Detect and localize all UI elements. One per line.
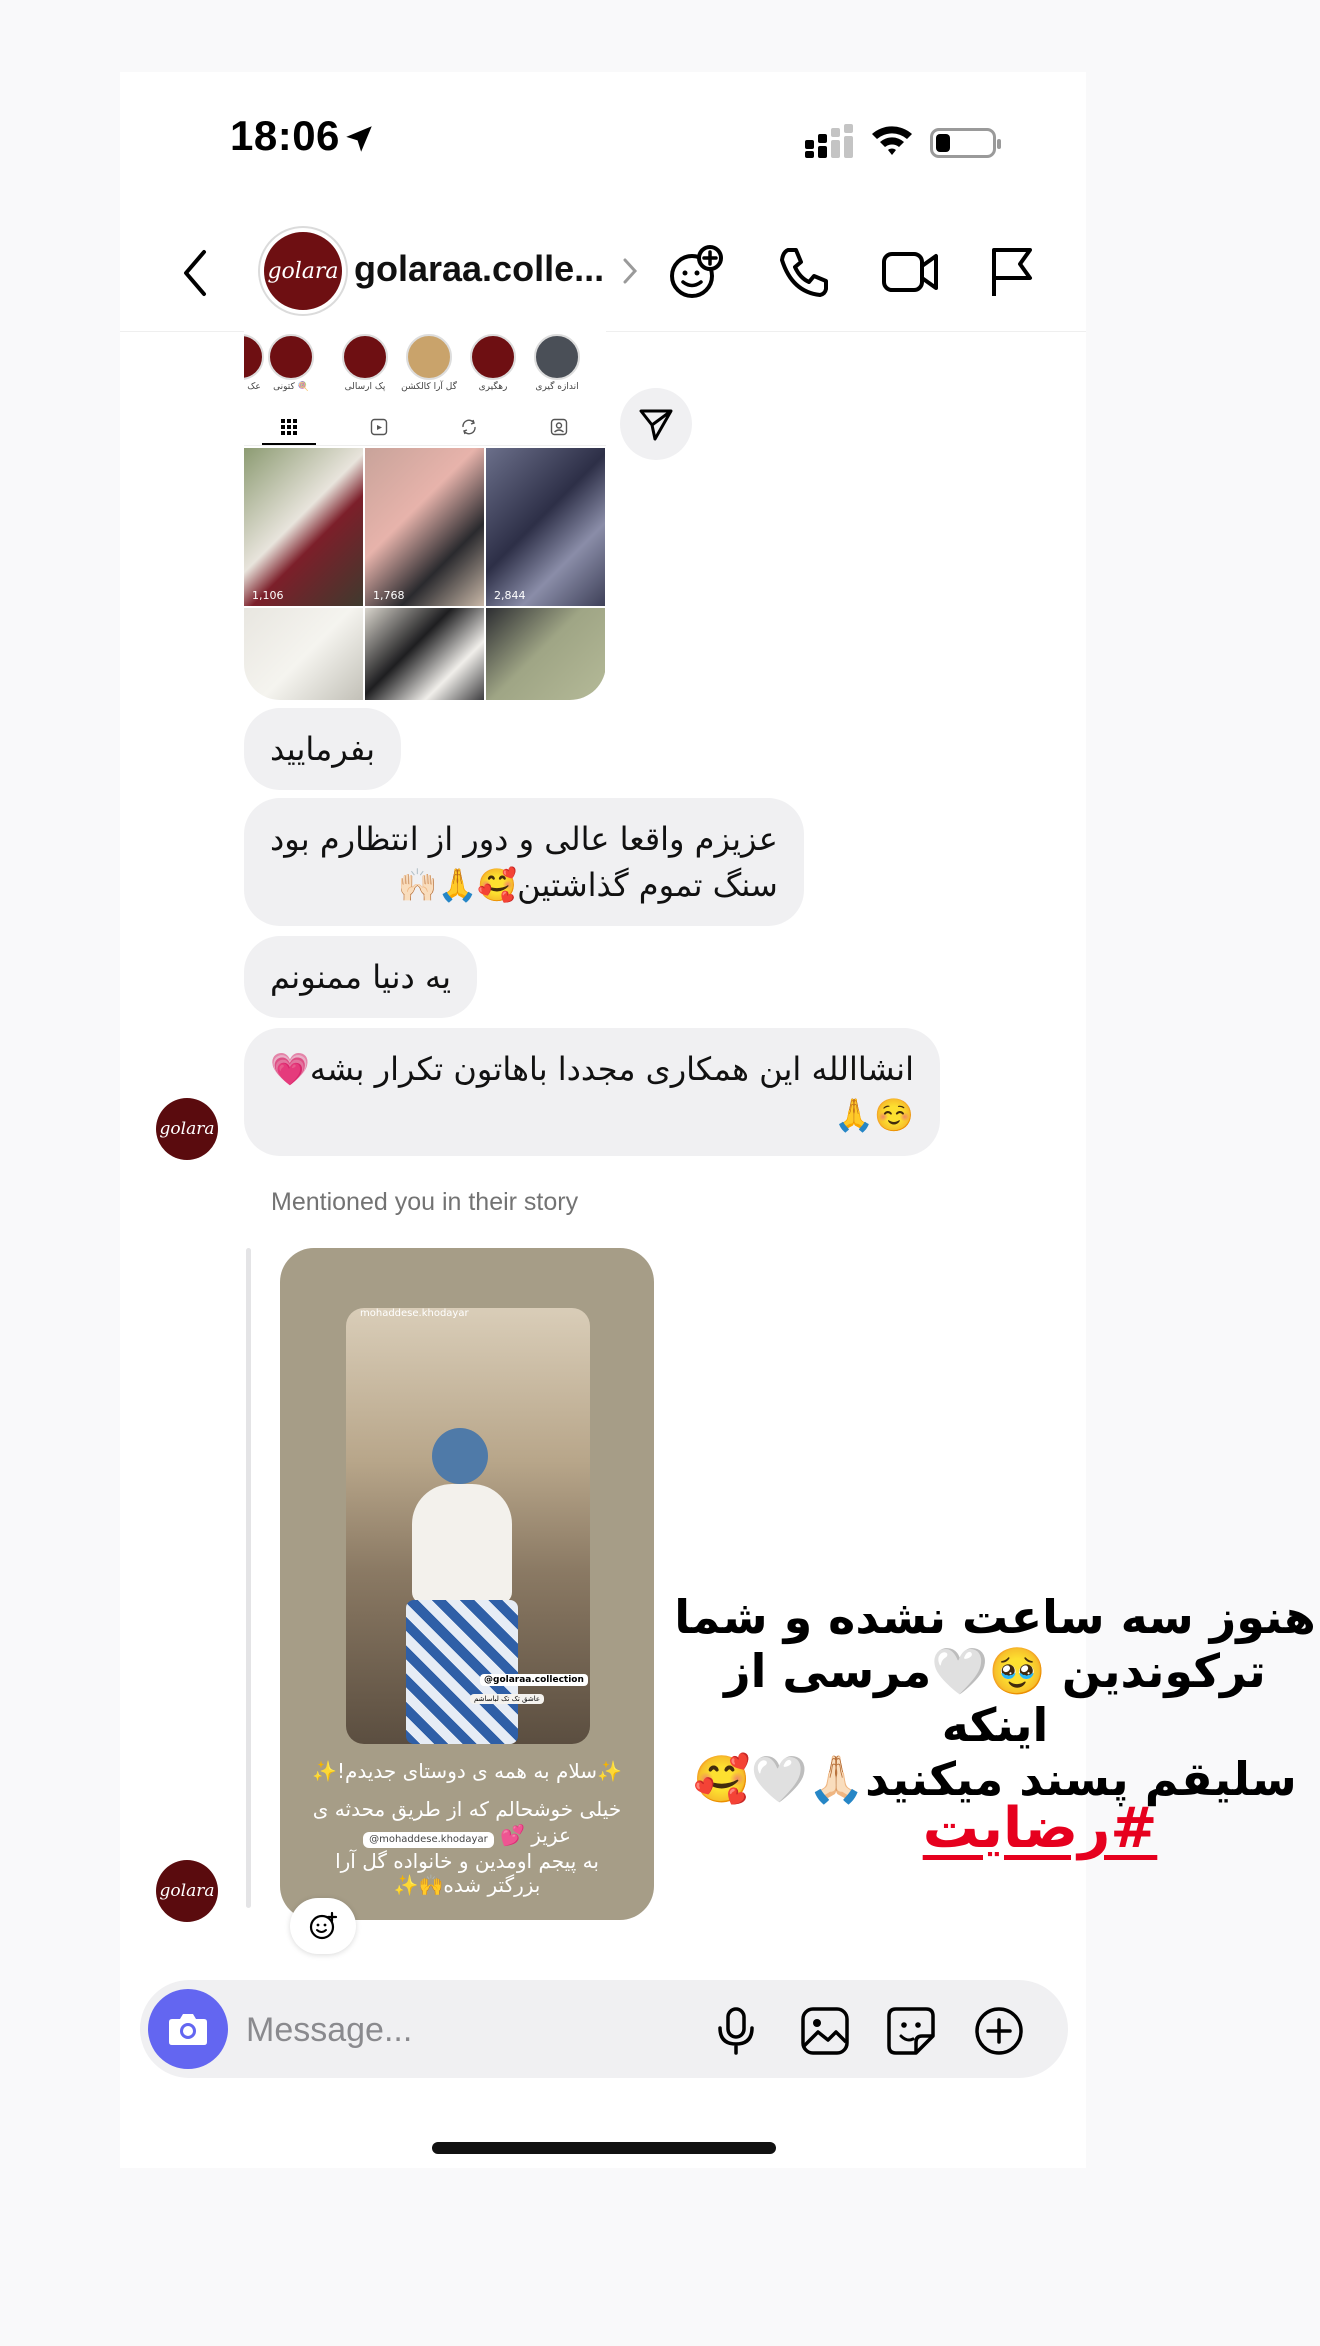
story-person [432, 1428, 488, 1484]
profile-username[interactable]: golaraa.colle... [354, 248, 604, 290]
story-caption-text: عزیز 💕 [500, 1823, 571, 1847]
highlight-avatar[interactable] [534, 334, 580, 380]
grid-post[interactable]: 1,106 [244, 448, 363, 606]
cellular-signal-icon [805, 124, 853, 158]
highlight-avatar[interactable] [406, 334, 452, 380]
wifi-icon [872, 126, 912, 155]
reply-bar [246, 1248, 251, 1908]
message-bubble[interactable]: عزیزم واقعا عالی و دور از انتظارم بود سن… [244, 798, 804, 926]
highlight-avatar[interactable] [342, 334, 388, 380]
story-username: mohaddese.khodayar [360, 1308, 469, 1319]
sender-avatar[interactable]: golara [156, 1860, 218, 1922]
sticker-icon[interactable] [886, 2006, 936, 2056]
add-reaction-button[interactable] [290, 1898, 356, 1954]
story-highlights: اندازه گیری رهگیری گل آرا کالکشن پک ارسا… [244, 334, 606, 396]
overlay-caption: هنوز سه ساعت نشده و شما ترکوندین 🥹🤍مرسی … [670, 1590, 1320, 1806]
message-bubble[interactable]: یه دنیا ممنونم [244, 936, 477, 1018]
grid-post[interactable] [365, 608, 484, 700]
share-button[interactable] [620, 388, 692, 460]
highlight-avatar[interactable] [244, 334, 264, 380]
home-indicator[interactable] [432, 2142, 776, 2154]
view-count: 2,844 [494, 589, 526, 602]
reposts-tab-icon[interactable] [460, 418, 478, 436]
story-person-body [412, 1484, 512, 1604]
message-text: ☺️🙏 [834, 1096, 914, 1134]
highlight-avatar[interactable] [470, 334, 516, 380]
grid-post[interactable]: 2,844 [486, 448, 605, 606]
highlight-label: گل آرا کالکشن [401, 382, 457, 392]
overlay-line: هنوز سه ساعت نشده و شما [674, 1590, 1316, 1644]
overlay-hashtag: #رضایت [922, 1796, 1158, 1861]
sender-avatar[interactable]: golara [156, 1098, 218, 1160]
highlight-label: اندازه گیری [535, 382, 579, 392]
highlight-avatar[interactable] [268, 334, 314, 380]
message-text: سنگ تموم گذاشتین🥰🙏🙌🏻 [397, 866, 778, 904]
message-text: بفرمایید [270, 730, 375, 768]
phone-call-icon[interactable] [776, 244, 832, 300]
back-chevron-icon[interactable] [180, 248, 210, 298]
status-bar: 18:06 [120, 72, 1086, 172]
gallery-icon[interactable] [800, 2006, 850, 2056]
story-caption-line: خیلی خوشحالم که از طریق محدثه ی [312, 1797, 622, 1821]
status-time: 18:06 [230, 112, 340, 159]
add-reaction-icon [309, 1911, 338, 1940]
active-tab-indicator [262, 443, 316, 445]
story-overlay-sub: عاشق تک تک لباساشم [470, 1694, 545, 1704]
highlight-label: پک ارسالی [344, 382, 386, 392]
microphone-icon[interactable] [714, 2006, 758, 2056]
message-text: یه دنیا ممنونم [270, 958, 451, 996]
message-bubble[interactable]: انشاالله این همکاری مجددا باهاتون تکرار … [244, 1028, 940, 1156]
message-bubble[interactable]: بفرمایید [244, 708, 401, 790]
message-input[interactable] [246, 2008, 626, 2052]
story-caption-line: عزیز 💕 @mohaddese.khodayar [280, 1822, 654, 1848]
highlight-label: رهگیری [478, 382, 508, 392]
story-mention-label: Mentioned you in their story [271, 1188, 579, 1216]
location-arrow-icon [346, 126, 372, 152]
view-count: 1,768 [373, 589, 405, 602]
overlay-line: ترکوندین 🥹🤍مرسی از اینکه [724, 1644, 1266, 1752]
video-call-icon[interactable] [880, 244, 942, 300]
shared-profile-card[interactable]: اندازه گیری رهگیری گل آرا کالکشن پک ارسا… [244, 330, 606, 700]
reels-tab-icon[interactable] [370, 418, 388, 436]
chat-header: golara golaraa.colle... [120, 222, 1086, 332]
tagged-tab-icon[interactable] [550, 418, 568, 436]
message-text: عزیزم واقعا عالی و دور از انتظارم بود [270, 820, 778, 858]
add-effect-icon[interactable] [666, 244, 724, 302]
grid-post[interactable] [486, 608, 605, 700]
profile-avatar[interactable]: golara [260, 228, 346, 314]
story-caption-line: بزرگتر شده🙌✨ [393, 1873, 541, 1897]
profile-tabs [244, 410, 606, 446]
story-overlay-tag: @golaraa.collection [480, 1674, 588, 1686]
story-caption-line: به پیجم اومدین و خانواده گل آرا [335, 1849, 599, 1873]
mention-tag: @mohaddese.khodayar [363, 1832, 494, 1848]
story-photo: @golaraa.collection عاشق تک تک لباساشم [346, 1308, 590, 1744]
grid-tab-icon[interactable] [280, 418, 298, 436]
grid-post[interactable]: 1,768 [365, 448, 484, 606]
paper-plane-icon [639, 409, 673, 441]
chevron-right-icon[interactable] [620, 256, 640, 286]
grid-post[interactable] [244, 608, 363, 700]
story-caption-line: ✨سلام به همه ی دوستای جدیدم!✨ [312, 1759, 622, 1783]
story-preview[interactable]: @golaraa.collection عاشق تک تک لباساشم m… [280, 1248, 654, 1920]
message-text: انشاالله این همکاری مجددا باهاتون تکرار … [270, 1050, 914, 1088]
battery-icon [930, 128, 1001, 158]
story-person-skirt [406, 1600, 518, 1744]
highlight-label: عک [247, 382, 261, 392]
view-count: 1,106 [252, 589, 284, 602]
flag-report-icon[interactable] [986, 244, 1036, 300]
message-composer [140, 1980, 1068, 2078]
camera-icon [169, 2014, 207, 2045]
camera-button[interactable] [148, 1989, 228, 2069]
add-plus-icon[interactable] [974, 2006, 1024, 2056]
